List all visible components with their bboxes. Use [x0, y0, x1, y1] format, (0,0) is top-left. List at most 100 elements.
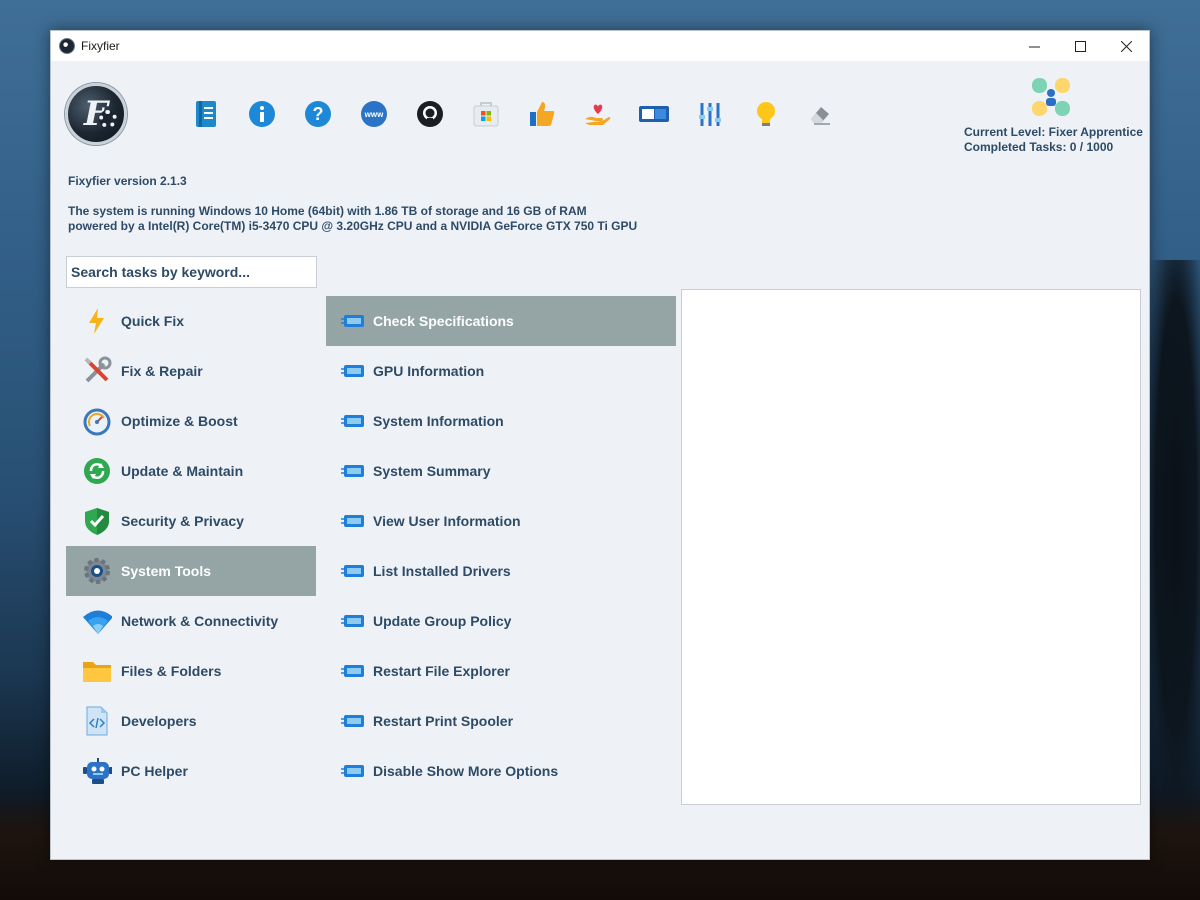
- task-list: Check Specifications GPU Information Sys…: [326, 296, 676, 796]
- category-list: Quick Fix Fix & Repair Optimize & Boost …: [66, 296, 316, 796]
- task-run-icon: [341, 514, 365, 528]
- task-system-summary[interactable]: System Summary: [326, 446, 676, 496]
- microsoft-store-icon: [473, 102, 499, 127]
- category-label: Network & Connectivity: [121, 613, 279, 629]
- system-info-text: The system is running Windows 10 Home (6…: [68, 204, 637, 234]
- eraser-button[interactable]: [803, 97, 837, 131]
- task-label: Update Group Policy: [373, 613, 512, 629]
- lightbulb-icon: [757, 102, 775, 126]
- close-icon: [1120, 40, 1132, 52]
- task-label: Check Specifications: [373, 313, 514, 329]
- category-developers[interactable]: Developers: [66, 696, 316, 746]
- task-label: Restart Print Spooler: [373, 713, 514, 729]
- task-run-icon: [341, 314, 365, 328]
- gear-icon: [82, 556, 112, 586]
- system-info-line-1: The system is running Windows 10 Home (6…: [68, 204, 587, 218]
- github-button[interactable]: [413, 97, 447, 131]
- website-icon: www: [361, 101, 387, 127]
- window-title: Fixyfier: [81, 39, 120, 53]
- category-system-tools[interactable]: System Tools: [66, 546, 316, 596]
- help-icon: ?: [305, 101, 331, 127]
- maximize-icon: [1074, 40, 1086, 52]
- category-label: System Tools: [121, 563, 211, 579]
- github-icon: [417, 101, 443, 127]
- logo-gear-icon: [99, 110, 117, 128]
- category-security-privacy[interactable]: Security & Privacy: [66, 496, 316, 546]
- category-pc-helper[interactable]: PC Helper: [66, 746, 316, 796]
- category-label: Update & Maintain: [121, 463, 244, 479]
- help-button[interactable]: ?: [301, 97, 335, 131]
- task-restart-print-spooler[interactable]: Restart Print Spooler: [326, 696, 676, 746]
- task-run-icon: [341, 364, 365, 378]
- category-optimize-boost[interactable]: Optimize & Boost: [66, 396, 316, 446]
- website-button[interactable]: www: [357, 97, 391, 131]
- task-label: System Summary: [373, 463, 491, 479]
- settings-sliders-button[interactable]: [693, 97, 727, 131]
- task-update-group-policy[interactable]: Update Group Policy: [326, 596, 676, 646]
- output-panel[interactable]: [681, 289, 1141, 805]
- code-file-icon: [82, 706, 112, 736]
- task-run-icon: [341, 414, 365, 428]
- task-disable-show-more-options[interactable]: Disable Show More Options: [326, 746, 676, 796]
- folder-icon: [82, 656, 112, 686]
- robot-icon: [82, 756, 112, 786]
- search-input[interactable]: [66, 256, 317, 288]
- task-label: View User Information: [373, 513, 521, 529]
- donate-button[interactable]: [581, 97, 615, 131]
- shield-check-icon: [82, 506, 112, 536]
- category-quick-fix[interactable]: Quick Fix: [66, 296, 316, 346]
- wifi-icon: [82, 606, 112, 636]
- task-view-user-information[interactable]: View User Information: [326, 496, 676, 546]
- category-label: Fix & Repair: [121, 363, 203, 379]
- category-fix-repair[interactable]: Fix & Repair: [66, 346, 316, 396]
- toggle-theme-icon: [639, 106, 669, 122]
- task-gpu-information[interactable]: GPU Information: [326, 346, 676, 396]
- category-network-connectivity[interactable]: Network & Connectivity: [66, 596, 316, 646]
- app-window: Fixyfier F ? www Current Level: Fixer Ap…: [50, 30, 1150, 860]
- info-icon: [249, 101, 275, 127]
- thumbs-up-icon: [530, 102, 555, 126]
- task-system-information[interactable]: System Information: [326, 396, 676, 446]
- system-info-line-2: powered by a Intel(R) Core(TM) i5-3470 C…: [68, 219, 638, 233]
- task-restart-file-explorer[interactable]: Restart File Explorer: [326, 646, 676, 696]
- info-button[interactable]: [245, 97, 279, 131]
- category-label: Developers: [121, 713, 197, 729]
- completed-tasks-text: Completed Tasks: 0 / 1000: [964, 140, 1114, 154]
- task-run-icon: [341, 764, 365, 778]
- task-run-icon: [341, 714, 365, 728]
- level-badge-icon[interactable]: [1027, 73, 1075, 121]
- category-update-maintain[interactable]: Update & Maintain: [66, 446, 316, 496]
- tools-icon: [82, 356, 112, 386]
- title-bar: Fixyfier: [51, 31, 1149, 61]
- svg-text:?: ?: [313, 104, 324, 124]
- task-list-installed-drivers[interactable]: List Installed Drivers: [326, 546, 676, 596]
- task-label: Restart File Explorer: [373, 663, 510, 679]
- close-button[interactable]: [1103, 31, 1149, 61]
- task-run-icon: [341, 464, 365, 478]
- toggle-theme-button[interactable]: [637, 97, 671, 131]
- notes-icon: [196, 101, 216, 127]
- current-level-text: Current Level: Fixer Apprentice: [964, 125, 1143, 139]
- category-label: Quick Fix: [121, 313, 185, 329]
- category-label: Files & Folders: [121, 663, 222, 679]
- category-label: Security & Privacy: [121, 513, 244, 529]
- level-info: Current Level: Fixer Apprentice Complete…: [964, 125, 1144, 155]
- task-label: GPU Information: [373, 363, 485, 379]
- version-text: Fixyfier version 2.1.3: [68, 174, 187, 188]
- category-files-folders[interactable]: Files & Folders: [66, 646, 316, 696]
- window-controls: [1011, 31, 1149, 61]
- maximize-button[interactable]: [1057, 31, 1103, 61]
- thumbs-up-button[interactable]: [525, 97, 559, 131]
- task-label: Disable Show More Options: [373, 763, 559, 779]
- task-check-specifications[interactable]: Check Specifications: [326, 296, 676, 346]
- category-label: PC Helper: [121, 763, 188, 779]
- notes-button[interactable]: [189, 97, 223, 131]
- settings-sliders-icon: [699, 103, 721, 126]
- microsoft-store-button[interactable]: [469, 97, 503, 131]
- tips-button[interactable]: [749, 97, 783, 131]
- minimize-icon: [1028, 46, 1040, 47]
- app-logo[interactable]: F: [65, 83, 127, 145]
- task-run-icon: [341, 564, 365, 578]
- minimize-button[interactable]: [1011, 31, 1057, 61]
- task-label: System Information: [373, 413, 504, 429]
